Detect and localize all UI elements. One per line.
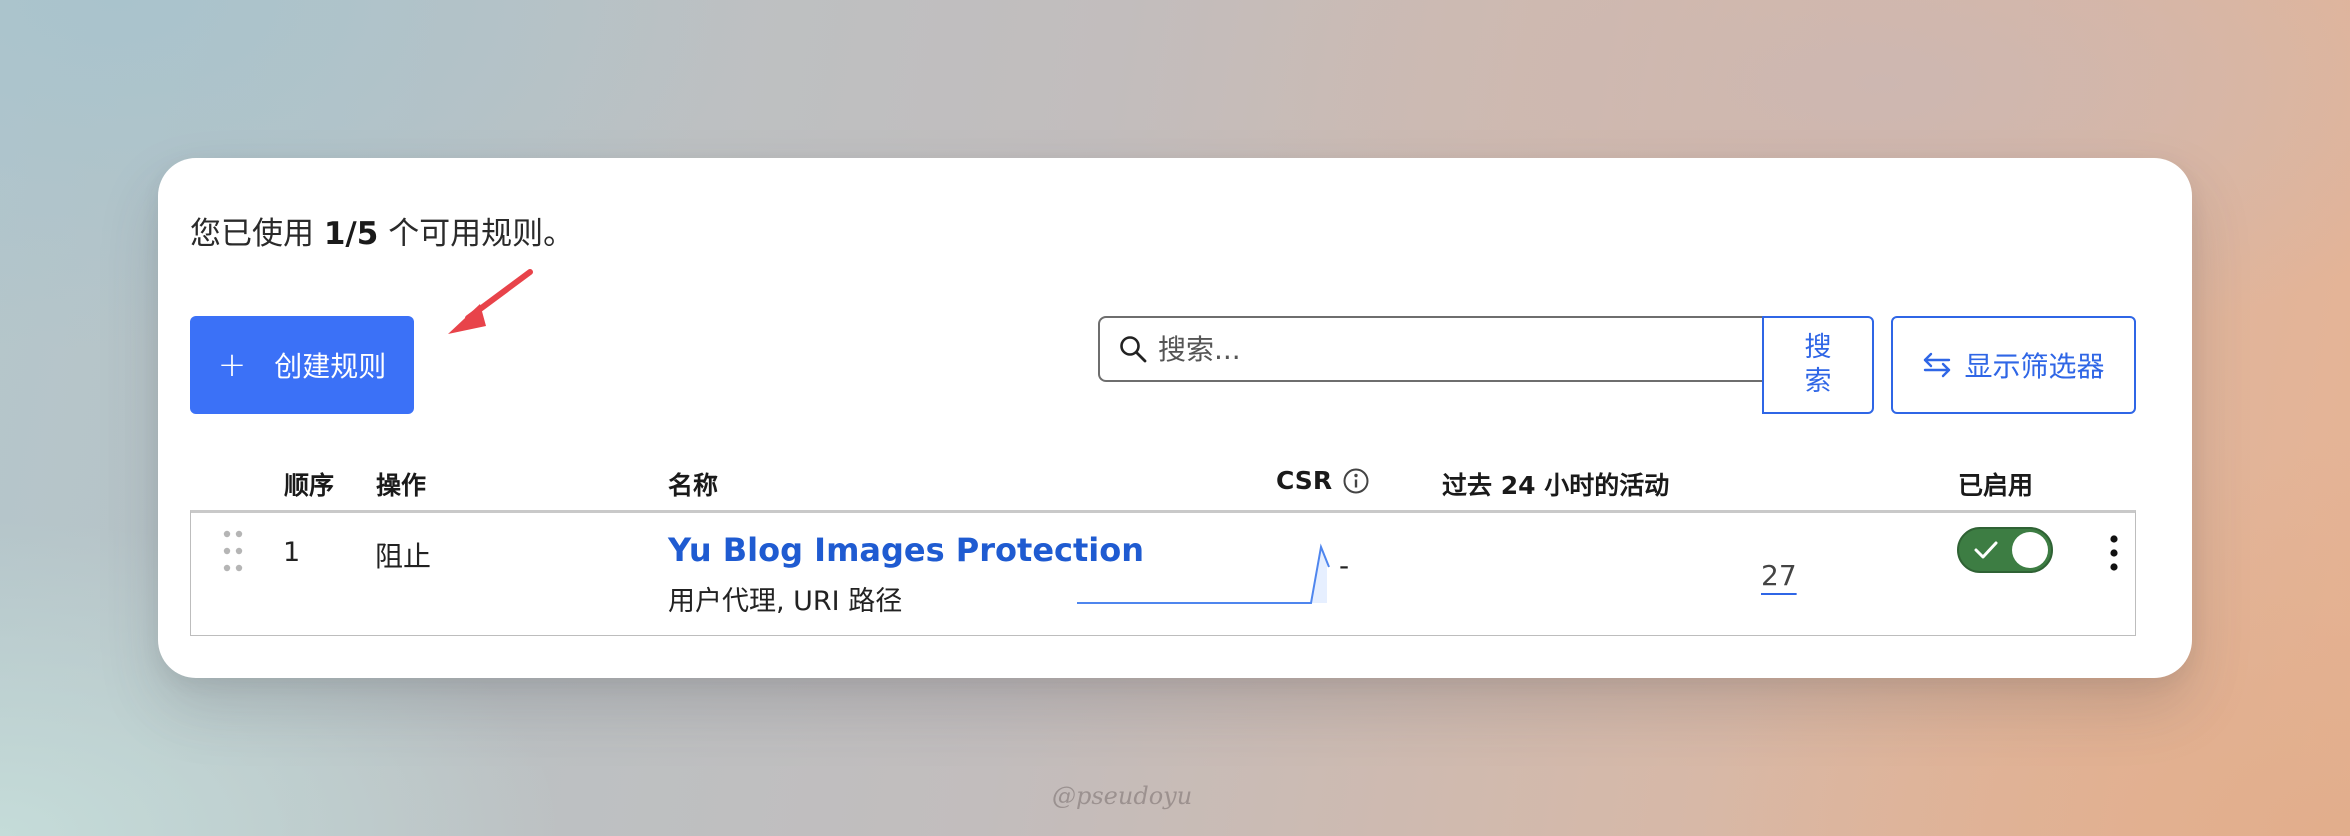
search-field[interactable] — [1098, 316, 1764, 382]
toggle-knob — [2012, 532, 2048, 568]
search-input[interactable] — [1158, 332, 1764, 366]
rule-description: 用户代理, URI 路径 — [668, 586, 903, 617]
header-name: 名称 — [668, 471, 719, 500]
watermark: @pseudoyu — [1052, 782, 1193, 810]
header-activity: 过去 24 小时的活动 — [1442, 471, 1670, 500]
usage-prefix: 您已使用 — [190, 216, 314, 252]
create-rule-label: 创建规则 — [274, 350, 387, 383]
header-order: 顺序 — [284, 471, 335, 500]
swap-arrows-icon — [1924, 352, 1951, 378]
table-row: 1 阻止 Yu Blog Images Protection 用户代理, URI… — [190, 510, 2136, 636]
header-action: 操作 — [376, 471, 427, 500]
usage-count: 1/5 — [323, 216, 379, 252]
plus-icon: + — [217, 345, 247, 385]
rule-name-link[interactable]: Yu Blog Images Protection — [668, 531, 1144, 569]
show-filters-button[interactable]: 显示筛选器 — [1891, 316, 2136, 414]
rule-action: 阻止 — [375, 540, 432, 573]
usage-suffix: 个可用规则。 — [388, 216, 575, 252]
kebab-menu-icon[interactable] — [2107, 533, 2121, 573]
rule-csr: - — [1339, 549, 1350, 582]
search-button[interactable]: 搜索 — [1762, 316, 1874, 414]
create-rule-button[interactable]: + 创建规则 — [190, 316, 414, 414]
activity-sparkline — [1077, 543, 1330, 604]
header-csr: CSR — [1276, 466, 1370, 495]
arrow-icon — [448, 269, 533, 334]
info-icon[interactable] — [1342, 467, 1370, 495]
show-filters-label: 显示筛选器 — [1964, 350, 2105, 383]
header-csr-label: CSR — [1276, 466, 1333, 495]
activity-count-link[interactable]: 27 — [1761, 559, 1797, 592]
search-button-label: 搜索 — [1804, 332, 1832, 397]
header-enabled: 已启用 — [1958, 471, 2034, 500]
rules-card: 您已使用 1/5 个可用规则。 + 创建规则 搜索 显示筛选器 顺序 操作 名称… — [158, 158, 2192, 678]
rule-order: 1 — [283, 537, 301, 568]
drag-handle-icon[interactable] — [223, 529, 243, 573]
usage-summary: 您已使用 1/5 个可用规则。 — [190, 208, 574, 253]
check-icon — [1974, 541, 1998, 559]
enabled-toggle[interactable] — [1957, 527, 2053, 573]
search-icon — [1120, 336, 1147, 363]
